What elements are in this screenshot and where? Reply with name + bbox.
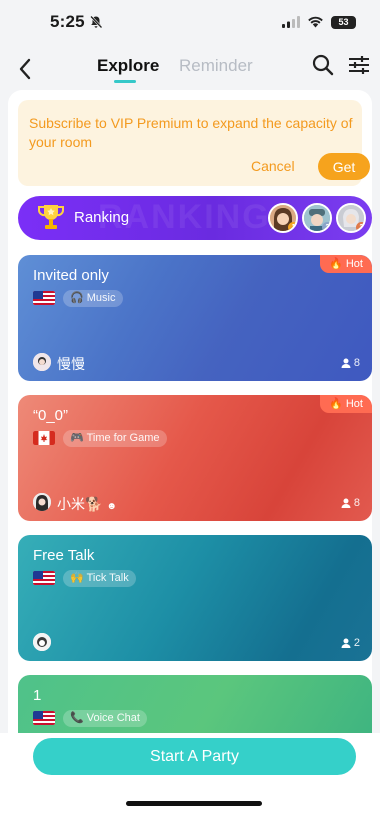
member-count-value: 2 bbox=[353, 637, 360, 649]
tab-explore[interactable]: Explore bbox=[97, 56, 159, 76]
room-tag-label: Time for Game bbox=[86, 432, 160, 444]
status-bar: 5:25 53 bbox=[0, 0, 380, 44]
host-name: 小米🐕 ☻ bbox=[57, 494, 117, 514]
tab-reminder[interactable]: Reminder bbox=[179, 56, 253, 76]
room-tag-label: Tick Talk bbox=[86, 572, 129, 584]
member-count: 8 bbox=[341, 497, 360, 509]
hot-label: Hot bbox=[345, 398, 363, 410]
tab-indicator bbox=[114, 80, 136, 83]
room-card[interactable]: Free Talk 🙌 Tick Talk 2 bbox=[18, 535, 372, 661]
smiley-icon: ☻ bbox=[106, 501, 117, 512]
start-party-button[interactable]: Start A Party bbox=[33, 738, 356, 775]
person-icon bbox=[341, 638, 351, 648]
search-icon[interactable] bbox=[312, 54, 334, 76]
host-name: 慢慢 bbox=[57, 356, 85, 372]
room-card[interactable]: 🔥 Hot Invited only 🎧 Music 慢慢 8 bbox=[18, 255, 372, 381]
host-avatar bbox=[33, 633, 51, 651]
status-time: 5:25 bbox=[50, 12, 103, 32]
avatar-figure-icon bbox=[33, 353, 51, 371]
bottom-cta-bar: Start A Party bbox=[0, 733, 380, 814]
ranking-avatar-2[interactable]: 2 bbox=[302, 203, 332, 233]
room-title: Free Talk bbox=[33, 547, 95, 564]
explore-content: Subscribe to VIP Premium to expand the c… bbox=[8, 90, 372, 814]
back-arrow-icon[interactable] bbox=[18, 58, 32, 80]
avatar-figure-icon bbox=[33, 493, 51, 511]
room-tag: 📞 Voice Chat bbox=[63, 710, 147, 727]
battery-level: 53 bbox=[338, 17, 349, 27]
wifi-icon bbox=[308, 16, 323, 28]
member-count: 2 bbox=[341, 637, 360, 649]
hot-badge: 🔥 Hot bbox=[320, 255, 372, 273]
signal-icon bbox=[282, 16, 300, 28]
time-text: 5:25 bbox=[50, 12, 85, 31]
room-tag-label: Music bbox=[86, 292, 116, 304]
battery-icon: 53 bbox=[331, 15, 356, 29]
host-avatar bbox=[33, 353, 51, 371]
avatar-figure-icon bbox=[33, 633, 51, 651]
mute-bell-icon bbox=[89, 15, 103, 29]
vip-get-button[interactable]: Get bbox=[318, 153, 370, 180]
home-indicator bbox=[126, 801, 262, 806]
us-flag-icon bbox=[33, 291, 55, 305]
trophy-icon bbox=[38, 205, 64, 229]
us-flag-icon bbox=[33, 571, 55, 585]
room-tag-label: Voice Chat bbox=[86, 712, 140, 724]
room-card[interactable]: 🔥 Hot “0_0” 🎮 Time for Game 小米🐕 ☻ 8 bbox=[18, 395, 372, 521]
room-title: “0_0” bbox=[33, 407, 69, 424]
ranking-label: Ranking bbox=[74, 209, 130, 226]
vip-cancel-button[interactable]: Cancel bbox=[251, 158, 295, 174]
vip-banner: Subscribe to VIP Premium to expand the c… bbox=[18, 100, 370, 186]
room-title: 1 bbox=[33, 687, 42, 704]
rank-badge-1: 1 bbox=[288, 222, 296, 231]
room-tag: 🎮 Time for Game bbox=[63, 430, 167, 447]
member-count-value: 8 bbox=[353, 497, 360, 509]
member-count-value: 8 bbox=[353, 357, 360, 369]
person-icon bbox=[341, 498, 351, 508]
room-tag: 🎧 Music bbox=[63, 290, 123, 307]
room-tag: 🙌 Tick Talk bbox=[63, 570, 136, 587]
canada-flag-icon bbox=[33, 431, 55, 445]
ranking-avatar-3[interactable]: 3 bbox=[336, 203, 366, 233]
us-flag-icon bbox=[33, 711, 55, 725]
host-avatar bbox=[33, 493, 51, 511]
hot-badge: 🔥 Hot bbox=[320, 395, 372, 413]
ranking-banner[interactable]: RANKING Ranking 1 2 3 bbox=[18, 196, 372, 240]
hot-label: Hot bbox=[345, 258, 363, 270]
member-count: 8 bbox=[341, 357, 360, 369]
person-icon bbox=[341, 358, 351, 368]
room-title: Invited only bbox=[33, 267, 109, 284]
ranking-avatar-1[interactable]: 1 bbox=[268, 203, 298, 233]
vip-banner-text: Subscribe to VIP Premium to expand the c… bbox=[29, 115, 353, 150]
host-name-text: 小米🐕 bbox=[57, 496, 103, 512]
rank-badge-3: 3 bbox=[356, 222, 364, 231]
filter-settings-icon[interactable] bbox=[348, 55, 370, 75]
rank-badge-2: 2 bbox=[322, 222, 330, 231]
top-nav: Explore Reminder bbox=[0, 48, 380, 88]
